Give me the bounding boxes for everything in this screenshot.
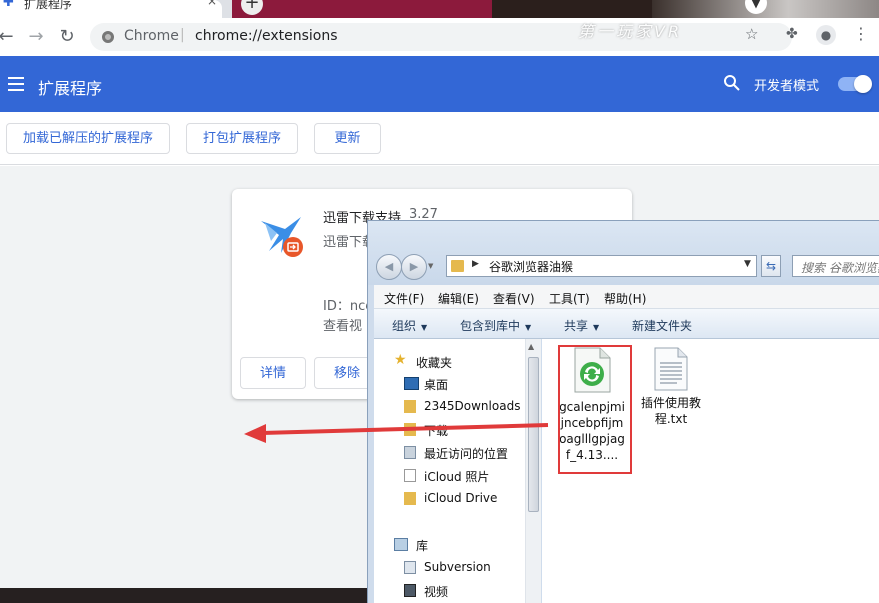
- screenshot-root: ✚ 扩展程序 × + ▼ ← → ↻ Chrome | chrome://ext…: [0, 0, 879, 603]
- puzzle-icon: ✚: [3, 0, 14, 10]
- file-item-txt[interactable]: 插件使用教程.txt: [637, 347, 705, 427]
- star-icon[interactable]: ☆: [745, 25, 758, 43]
- dropdown-icon: ▼: [421, 323, 428, 332]
- menu-icon[interactable]: ⋮: [853, 24, 869, 43]
- nav-2345downloads[interactable]: 2345Downloads: [424, 399, 520, 413]
- video-icon: [404, 584, 416, 597]
- background-tint: [232, 0, 492, 18]
- hamburger-icon[interactable]: [8, 77, 24, 91]
- omnibox-url[interactable]: chrome://extensions: [195, 28, 338, 44]
- nav-icloud-drive[interactable]: iCloud Drive: [424, 491, 497, 505]
- forward-icon[interactable]: →: [24, 25, 48, 49]
- recent-places-icon: [404, 446, 416, 459]
- background-tab-area: [232, 0, 879, 18]
- update-button[interactable]: 更新: [314, 123, 381, 154]
- search-icon[interactable]: [723, 74, 741, 92]
- include-library-button[interactable]: 包含到库中 ▼: [460, 317, 531, 334]
- nav-libraries[interactable]: 库: [416, 537, 428, 554]
- omnibox-separator: |: [180, 27, 185, 43]
- details-button[interactable]: 详情: [240, 357, 306, 389]
- explorer-back-button[interactable]: ◀: [376, 254, 402, 280]
- nav-recent-places[interactable]: 最近访问的位置: [424, 445, 508, 462]
- page-title: 扩展程序: [38, 79, 103, 98]
- nav-videos[interactable]: 视频: [424, 583, 448, 600]
- pack-extension-button[interactable]: 打包扩展程序: [186, 123, 298, 154]
- explorer-forward-button[interactable]: ▶: [401, 254, 427, 280]
- extensions-header: 扩展程序 开发者模式: [0, 56, 879, 112]
- menu-help[interactable]: 帮助(H): [604, 290, 646, 307]
- load-unpacked-button[interactable]: 加载已解压的扩展程序: [6, 123, 170, 154]
- refresh-icon[interactable]: ⇆: [761, 255, 781, 277]
- menu-edit[interactable]: 编辑(E): [438, 290, 479, 307]
- extensions-action-bar: 加载已解压的扩展程序 打包扩展程序 更新: [0, 112, 879, 165]
- breadcrumb-arrow-icon[interactable]: ▶: [472, 259, 479, 269]
- menu-view[interactable]: 查看(V): [493, 290, 535, 307]
- extension-view-label: 查看视: [323, 319, 363, 334]
- text-file-icon: [654, 347, 688, 391]
- star-icon: ★: [394, 352, 407, 368]
- thunder-bird-icon: [261, 217, 303, 257]
- reload-icon[interactable]: ↻: [55, 25, 79, 49]
- forward-arrow-icon: ▶: [409, 260, 419, 273]
- explorer-search-input[interactable]: 搜索 谷歌浏览器油猴: [792, 255, 879, 277]
- downloads-folder-icon: [404, 423, 416, 436]
- toggle-knob: [854, 75, 872, 93]
- back-icon[interactable]: ←: [0, 25, 18, 49]
- chrome-icon: [102, 31, 114, 43]
- highlight-box: [558, 345, 632, 474]
- nav-downloads[interactable]: 下载: [424, 422, 448, 439]
- search-placeholder: 搜索 谷歌浏览器油猴: [801, 261, 879, 275]
- nav-subversion[interactable]: Subversion: [424, 560, 491, 574]
- dev-mode-label: 开发者模式: [754, 79, 820, 94]
- nav-icloud-photos[interactable]: iCloud 照片: [424, 468, 489, 485]
- address-dropdown-icon[interactable]: ▼: [744, 259, 751, 269]
- new-folder-button[interactable]: 新建文件夹: [632, 317, 692, 334]
- file-icon: [404, 469, 416, 482]
- close-icon[interactable]: ×: [207, 0, 217, 8]
- explorer-menubar: 文件(F) 编辑(E) 查看(V) 工具(T) 帮助(H): [374, 285, 879, 309]
- menu-file[interactable]: 文件(F): [384, 290, 424, 307]
- organize-button[interactable]: 组织 ▼: [392, 317, 427, 334]
- explorer-address-row: ◀ ▶ ▼ ▶ 谷歌浏览器油猴 ▼ ⇆ 搜索 谷歌浏览器油猴: [368, 221, 879, 285]
- desktop-icon: [404, 377, 419, 390]
- background-strip: [0, 588, 367, 603]
- nav-desktop[interactable]: 桌面: [424, 376, 448, 393]
- menu-tools[interactable]: 工具(T): [549, 290, 590, 307]
- recent-dropdown-icon[interactable]: ▼: [428, 262, 433, 270]
- folder-icon: [404, 492, 416, 505]
- file-name: 插件使用教程.txt: [640, 396, 701, 426]
- include-library-label: 包含到库中: [460, 319, 521, 333]
- library-icon: [394, 538, 408, 551]
- navigation-pane: ★ 收藏夹 桌面 2345Downloads 下载 最近访问的位置 iCloud…: [374, 339, 541, 603]
- nav-favorites[interactable]: 收藏夹: [416, 354, 452, 371]
- scroll-up-icon[interactable]: ▲: [528, 342, 534, 351]
- share-button[interactable]: 共享 ▼: [564, 317, 599, 334]
- organize-label: 组织: [392, 319, 417, 333]
- share-label: 共享: [564, 319, 589, 333]
- extension-id: ID：nce: [323, 299, 374, 314]
- omnibox[interactable]: Chrome | chrome://extensions: [90, 23, 792, 51]
- address-path: 谷歌浏览器油猴: [489, 260, 574, 274]
- scrollbar-thumb[interactable]: [528, 357, 539, 512]
- nav-scrollbar[interactable]: ▲: [525, 339, 541, 603]
- dropdown-icon: ▼: [525, 323, 532, 332]
- tab-title: 扩展程序: [24, 0, 73, 11]
- back-arrow-icon: ◀: [384, 260, 394, 273]
- profile-icon[interactable]: ●: [816, 25, 836, 45]
- nav-buttons: ◀ ▶ ▼: [376, 254, 433, 280]
- omnibox-site: Chrome: [124, 28, 179, 44]
- explorer-command-bar: 组织 ▼ 包含到库中 ▼ 共享 ▼ 新建文件夹: [374, 309, 879, 339]
- library-folder-icon: [404, 561, 416, 574]
- dropdown-icon: ▼: [593, 323, 600, 332]
- watermark: 第一玩家VR: [578, 22, 683, 41]
- folder-icon: [404, 400, 416, 413]
- dev-mode-toggle[interactable]: [838, 75, 872, 93]
- explorer-address-bar[interactable]: ▶ 谷歌浏览器油猴 ▼: [446, 255, 757, 277]
- folder-icon: [451, 260, 464, 272]
- tab-strip: ✚ 扩展程序 × + ▼: [0, 0, 879, 18]
- tab-extensions[interactable]: ✚ 扩展程序 ×: [0, 0, 222, 18]
- extension-icon[interactable]: ✤: [786, 26, 798, 42]
